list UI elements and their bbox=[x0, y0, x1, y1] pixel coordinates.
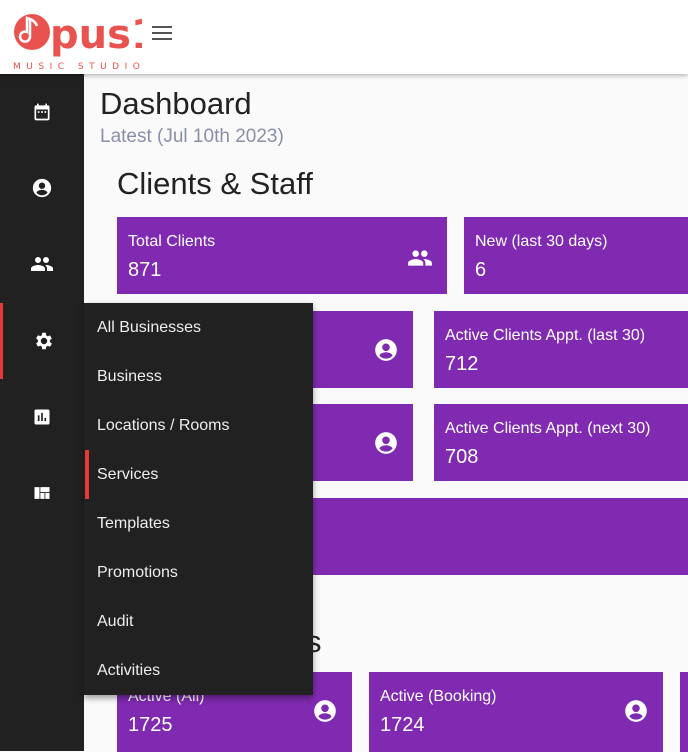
dashboard-icon bbox=[34, 487, 50, 499]
opus1-logo[interactable]: pus1 MUSIC STUDIO bbox=[12, 2, 159, 76]
card-active-appt-last30[interactable]: Active Clients Appt. (last 30) 712 bbox=[434, 311, 688, 388]
card-value: 1724 bbox=[380, 714, 425, 736]
sidebar-item-calendar[interactable] bbox=[0, 74, 84, 150]
people-icon bbox=[31, 257, 53, 271]
sidebar-item-account[interactable] bbox=[0, 150, 84, 226]
settings-dropdown-menu: All Businesses Business Locations / Room… bbox=[84, 303, 313, 695]
calendar-icon bbox=[34, 103, 50, 121]
card-active-booking[interactable]: Active (Booking) 1724 bbox=[369, 672, 663, 752]
account-circle-icon bbox=[32, 178, 52, 198]
sidebar-item-settings[interactable] bbox=[0, 303, 84, 379]
people-icon bbox=[408, 250, 432, 266]
svg-text:pus1: pus1 bbox=[50, 12, 142, 58]
account-circle-icon bbox=[625, 700, 647, 722]
card-partial-right[interactable] bbox=[680, 672, 688, 752]
sidebar-item-dashboard[interactable] bbox=[0, 455, 84, 531]
account-circle-icon bbox=[375, 339, 397, 361]
gear-icon bbox=[35, 332, 52, 350]
card-value: 1725 bbox=[128, 714, 173, 736]
card-new-clients[interactable]: New (last 30 days) 6 bbox=[464, 217, 688, 294]
card-value: 712 bbox=[445, 353, 479, 375]
card-value: 6 bbox=[475, 259, 487, 281]
hamburger-menu-icon[interactable] bbox=[152, 26, 172, 42]
menu-item-services[interactable]: Services bbox=[84, 450, 313, 499]
card-value: 708 bbox=[445, 446, 479, 468]
card-active-appt-next30[interactable]: Active Clients Appt. (next 30) 708 bbox=[434, 404, 688, 481]
menu-item-audit[interactable]: Audit bbox=[84, 597, 313, 646]
menu-item-business[interactable]: Business bbox=[84, 352, 313, 401]
page-title: Dashboard bbox=[100, 86, 252, 121]
page-subtitle: Latest (Jul 10th 2023) bbox=[100, 126, 284, 147]
menu-item-locations-rooms[interactable]: Locations / Rooms bbox=[84, 401, 313, 450]
account-circle-icon bbox=[314, 700, 336, 722]
menu-item-all-businesses[interactable]: All Businesses bbox=[84, 303, 313, 352]
card-value: 871 bbox=[128, 259, 162, 281]
sidebar bbox=[0, 74, 84, 751]
card-total-clients[interactable]: Total Clients 871 bbox=[117, 217, 447, 294]
bar-chart-icon bbox=[34, 409, 50, 425]
card-label: Active Clients Appt. (next 30) bbox=[445, 420, 651, 437]
section-title-clients-staff: Clients & Staff bbox=[117, 166, 313, 201]
menu-item-templates[interactable]: Templates bbox=[84, 499, 313, 548]
account-circle-icon bbox=[375, 432, 397, 454]
app-header: pus1 MUSIC STUDIO bbox=[0, 0, 688, 74]
card-label: Active (Booking) bbox=[380, 688, 497, 705]
card-label: Active Clients Appt. (last 30) bbox=[445, 327, 646, 344]
menu-item-promotions[interactable]: Promotions bbox=[84, 548, 313, 597]
sidebar-item-people[interactable] bbox=[0, 226, 84, 302]
card-label: New (last 30 days) bbox=[475, 233, 608, 250]
svg-text:MUSIC STUDIO: MUSIC STUDIO bbox=[13, 62, 142, 72]
menu-item-activities[interactable]: Activities bbox=[84, 646, 313, 695]
sidebar-item-reports[interactable] bbox=[0, 379, 84, 455]
card-label: Total Clients bbox=[128, 233, 216, 250]
